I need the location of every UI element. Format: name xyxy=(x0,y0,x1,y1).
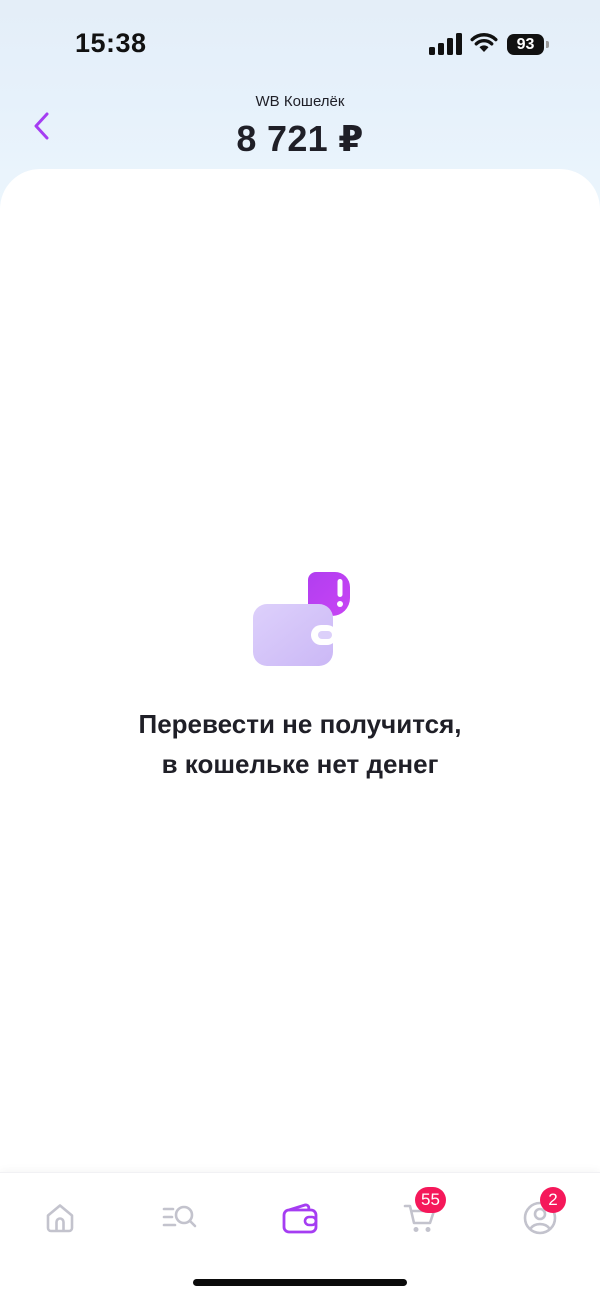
tab-catalog[interactable] xyxy=(150,1193,210,1243)
status-bar: 15:38 93 xyxy=(0,0,600,90)
empty-state-message: Перевести не получится, в кошельке нет д… xyxy=(0,704,600,784)
tab-home[interactable] xyxy=(30,1193,90,1243)
tab-profile[interactable]: 2 xyxy=(510,1187,570,1243)
tab-cart[interactable]: 55 xyxy=(390,1187,450,1243)
cellular-signal-icon xyxy=(429,33,462,55)
wallet-icon xyxy=(282,1203,318,1234)
wallet-balance: 8 721 ₽ xyxy=(236,118,364,159)
tab-wallet[interactable] xyxy=(270,1193,330,1243)
page-title: WB Кошелёк xyxy=(255,93,345,110)
empty-state-line-2: в кошельке нет денег xyxy=(161,749,439,779)
wallet-alert-icon xyxy=(253,572,350,666)
empty-state-line-1: Перевести не получится, xyxy=(138,709,462,739)
profile-badge: 2 xyxy=(540,1187,566,1213)
battery-indicator: 93 xyxy=(507,34,550,55)
catalog-search-icon xyxy=(162,1205,197,1228)
battery-cap xyxy=(546,41,549,48)
battery-level: 93 xyxy=(507,34,544,55)
content-card xyxy=(0,169,600,1175)
cart-badge: 55 xyxy=(415,1187,446,1213)
wifi-icon xyxy=(470,33,498,52)
home-icon xyxy=(46,1204,74,1233)
status-time: 15:38 xyxy=(75,28,147,58)
home-indicator[interactable] xyxy=(193,1279,407,1286)
